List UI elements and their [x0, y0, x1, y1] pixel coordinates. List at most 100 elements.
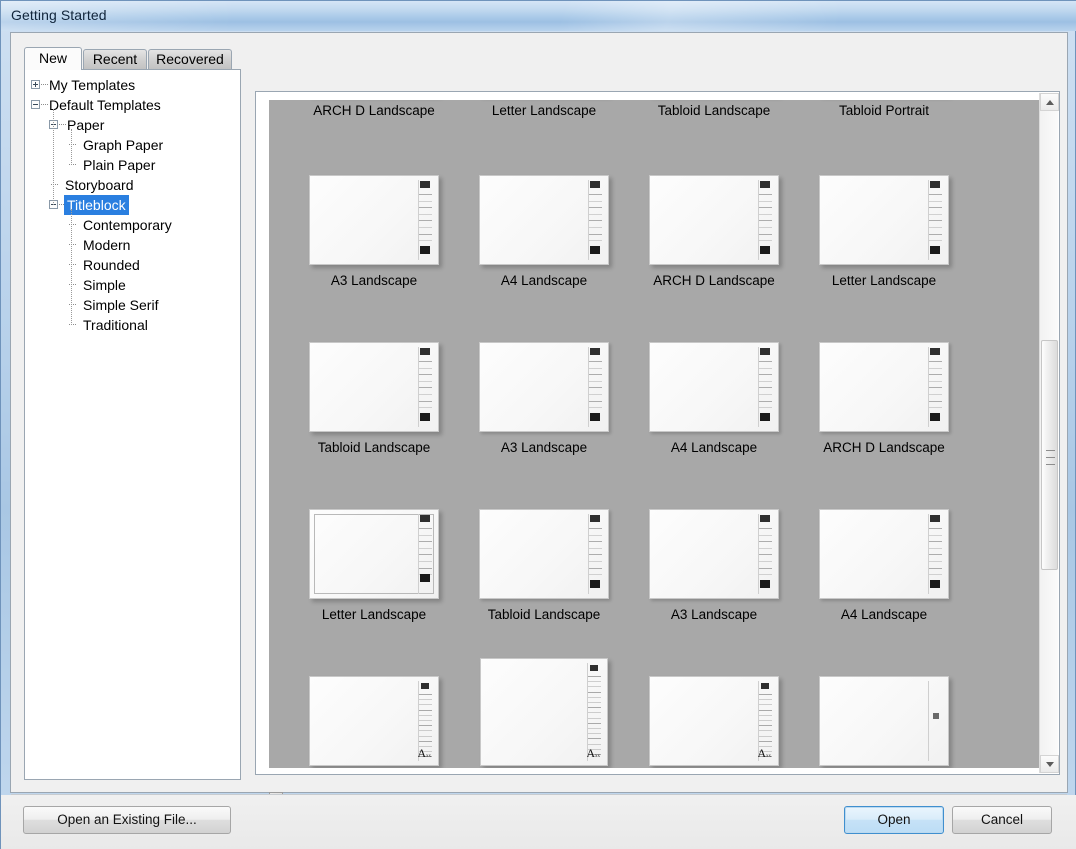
tree-item-label: Graph Paper [83, 137, 164, 153]
template-thumbnail[interactable] [479, 342, 609, 432]
titleblock-text-line [589, 387, 602, 389]
titleblock-text-line [929, 567, 942, 569]
scrollbar-grip-line [1046, 457, 1055, 459]
tab-recovered[interactable]: Recovered [148, 49, 232, 69]
titleblock-text-line [929, 374, 942, 376]
titleblock-text-line [759, 554, 772, 556]
titleblock-logo [420, 181, 430, 188]
titleblock-block [930, 246, 940, 254]
template-label: A4 Landscape [840, 607, 928, 622]
sheet-titleblock [928, 514, 944, 594]
titleblock-text-line [419, 528, 432, 529]
tab-recent[interactable]: Recent [83, 49, 147, 69]
collapse-minus-icon[interactable] [31, 100, 40, 109]
template-label: ARCH D Landscape [313, 103, 435, 118]
triangle-up-icon [1046, 100, 1054, 105]
scroll-down-button[interactable] [1040, 755, 1059, 773]
titleblock-text-line [759, 534, 772, 536]
titleblock-block [930, 580, 940, 588]
expand-plus-icon[interactable] [31, 80, 40, 89]
template-thumbnail[interactable] [309, 509, 439, 599]
titleblock-text-line [759, 380, 772, 382]
sheet-titleblock [588, 180, 604, 260]
template-thumbnail[interactable] [479, 175, 609, 265]
titleblock-text-line [589, 367, 602, 369]
titleblock-text-line [419, 714, 432, 716]
template-thumbnail[interactable]: Axx [309, 676, 439, 766]
titleblock-logo [420, 348, 430, 355]
template-label: ARCH D Landscape [823, 440, 945, 455]
titleblock-block [420, 574, 430, 582]
titleblock-text-line [589, 567, 602, 569]
titleblock-text-line [759, 394, 772, 395]
template-thumbnail[interactable] [309, 175, 439, 265]
titleblock-text-line [929, 194, 942, 195]
titleblock-text-line [419, 699, 432, 701]
sheet-titleblock: Axx [758, 681, 774, 761]
titleblock-text-line [419, 407, 432, 409]
scroll-up-button[interactable] [1040, 93, 1059, 111]
template-thumbnail[interactable] [479, 509, 609, 599]
titleblock-logo [930, 181, 940, 188]
titleblock-text-line [588, 738, 601, 740]
titleblock-text-line [419, 233, 432, 235]
titleblock-logo [930, 348, 940, 355]
titleblock-text-line [589, 207, 602, 209]
titleblock-serif-logo: Axx [758, 746, 771, 760]
titleblock-text-line [759, 400, 772, 402]
titleblock-text-line [419, 561, 432, 562]
titleblock-serif-logo: Axx [587, 746, 600, 760]
tree-item-label: Titleblock [64, 195, 129, 215]
template-thumbnail[interactable] [309, 342, 439, 432]
titleblock-text-line [419, 400, 432, 402]
titleblock-text-line [419, 361, 432, 362]
window-title: Getting Started [11, 7, 107, 23]
scrollbar-grip-line [1046, 450, 1055, 452]
titleblock-text-line [759, 714, 772, 716]
titleblock-text-line [589, 194, 602, 195]
sheet-titleblock [588, 347, 604, 427]
tree-item-label: Paper [67, 117, 105, 133]
scrollbar-thumb[interactable] [1041, 340, 1058, 570]
titleblock-logo [760, 348, 770, 355]
titleblock-logo [590, 348, 600, 355]
template-thumbnail[interactable] [649, 509, 779, 599]
titleblock-text-line [419, 704, 432, 706]
titleblock-text-line [759, 367, 772, 369]
thumbnail-vertical-scrollbar[interactable] [1039, 93, 1059, 773]
titleblock-text-line [759, 730, 772, 732]
titleblock-text-line [589, 233, 602, 235]
tree-item-label: Traditional [83, 317, 148, 333]
template-thumbnail[interactable] [819, 175, 949, 265]
titleblock-text-line [419, 567, 432, 569]
template-thumbnail[interactable] [819, 342, 949, 432]
open-button[interactable]: Open [844, 806, 944, 834]
titleblock-text-line [929, 528, 942, 529]
template-thumbnail[interactable] [649, 175, 779, 265]
cancel-button[interactable]: Cancel [952, 806, 1052, 834]
titleblock-text-line [929, 574, 942, 576]
titleblock-text-line [759, 387, 772, 389]
titleblock-text-line [929, 361, 942, 362]
tab-new[interactable]: New [24, 47, 82, 70]
titleblock-text-line [589, 213, 602, 215]
titleblock-text-line [759, 220, 772, 222]
template-label: ARCH D Landscape [653, 273, 775, 288]
template-thumbnail[interactable] [819, 509, 949, 599]
titleblock-text-line [589, 541, 602, 543]
template-thumbnail[interactable]: Axx [480, 658, 608, 766]
titleblock-text-line [419, 213, 432, 215]
template-label: Letter Landscape [491, 103, 597, 118]
template-thumbnail[interactable] [649, 342, 779, 432]
titleblock-text-line [588, 717, 601, 719]
titleblock-text-line [929, 400, 942, 402]
template-thumbnail[interactable]: Axx [649, 676, 779, 766]
template-tree-panel[interactable]: My Templates Default Templates Paper Graph … [24, 69, 241, 780]
titleblock-text-line [589, 380, 602, 382]
template-thumbnail[interactable] [819, 676, 949, 766]
titleblock-text-line [419, 534, 432, 536]
titleblock-block [760, 580, 770, 588]
open-existing-file-button[interactable]: Open an Existing File... [23, 806, 231, 834]
titleblock-block [420, 413, 430, 421]
template-thumbnail-panel[interactable]: ARCH D Landscape Letter Landscape Tabloid … [255, 91, 1060, 775]
